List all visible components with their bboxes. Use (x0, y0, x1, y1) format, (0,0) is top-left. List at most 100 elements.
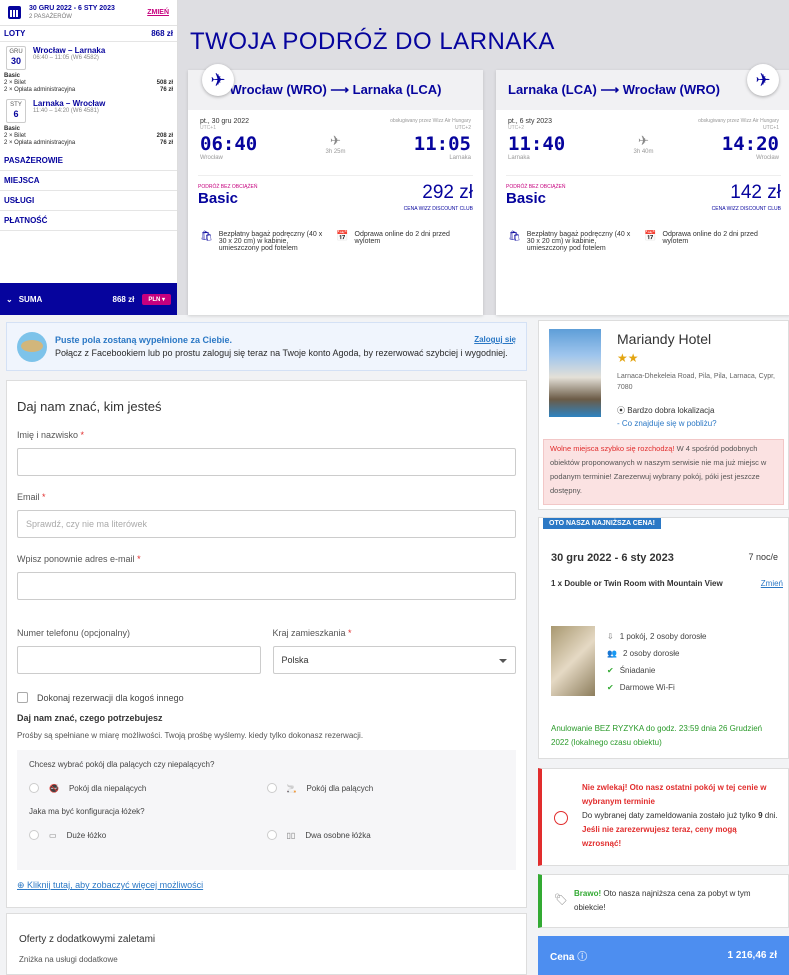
name-input[interactable] (17, 448, 516, 476)
outbound-route: Wrocław – Larnaka (33, 46, 106, 55)
flight-duration: 3h 40m (633, 149, 654, 155)
more-options-link[interactable]: ⊕ Kliknij tutaj, aby zobaczyć więcej moż… (17, 880, 516, 891)
return-date-badge: STY 6 (6, 99, 26, 123)
smoking-question: Chcesz wybrać pokój dla palących czy nie… (29, 760, 215, 769)
page-title: TWOJA PODRÓŻ DO LARNAKA (190, 28, 555, 55)
room-amenities: ⇩ 1 pokój, 2 osoby dorosłe 👥 2 osoby doros… (607, 632, 707, 692)
return-card-title: Larnaka (LCA) ⟶ Wrocław (WRO) (496, 70, 789, 110)
check-icon: ✔ (607, 683, 614, 692)
outbound-flight-summary: GRU 30 Wrocław – Larnaka 06:40 – 11:05 (W6… (0, 42, 177, 72)
return-route: Larnaka – Wrocław (33, 99, 106, 108)
last-room-alert: Nie zwlekaj! Oto nasz ostatni pokój w te… (538, 768, 789, 866)
stay-dates: 30 gru 2022 - 6 sty 2023 (551, 552, 674, 564)
hotel-name: Mariandy Hotel (617, 331, 712, 347)
trip-dates: 30 GRU 2022 - 6 STY 2023 (29, 4, 115, 12)
email-confirm-input[interactable] (17, 572, 516, 600)
return-flight-summary: STY 6 Larnaka – Wrocław 11:40 – 14:20 (W6 … (0, 95, 177, 125)
fare-price: 292 zł (422, 182, 473, 203)
twin-beds-option[interactable]: ▯▯ Dwa osobne łóżka (266, 830, 505, 840)
departure-time: 06:40 (200, 133, 258, 155)
cancellation-policy: Anulowanie BEZ RYZYKA do godz. 23:59 dni… (551, 724, 763, 747)
return-flight-card: ✈ Larnaka (LCA) ⟶ Wrocław (WRO) pt., 6 s… (496, 64, 789, 315)
checkin-feature: Odprawa online do 2 dni przed wylotem (662, 231, 758, 245)
operator-note: obsługiwany przez Wizz Air Hungary (390, 118, 471, 124)
room-icon: ⇩ (607, 632, 614, 641)
currency-select[interactable]: PLN ▾ (142, 293, 171, 305)
total-price-bar[interactable]: Cena ⓘ 1 216,46 zł (538, 936, 789, 975)
calendar-icon (8, 6, 21, 19)
book-for-other-checkbox[interactable]: Dokonaj rezerwacji dla kogoś innego (17, 692, 516, 703)
login-link[interactable]: Zaloguj się (474, 335, 516, 344)
bag-icon: 🛍 (200, 231, 213, 242)
fare-box[interactable]: PODRÓŻ BEZ OBCIĄŻEŃ Basic 292 zł CENA WI… (198, 175, 473, 215)
location-pin-icon: ⦿ (617, 406, 625, 415)
flights-label: LOTY (4, 29, 26, 38)
hotel-photo[interactable] (549, 329, 601, 417)
name-label: Imię i nazwisko * (17, 430, 85, 440)
country-label: Kraj zamieszkania * (272, 628, 352, 638)
payment-section[interactable]: PŁATNOŚĆ (0, 211, 177, 231)
availability-warning: Wolne miejsca szybko się rozchodzą! W 4 … (543, 439, 784, 505)
booking-summary-sidebar: 30 GRU 2022 - 6 STY 2023 2 PASAŻERÓW ZMIE… (0, 0, 178, 315)
bag-feature: Bezpłatny bagaż podręczny (40 x 30 x 20 … (218, 231, 323, 252)
change-room-link[interactable]: Zmień (761, 578, 783, 590)
nights-count: 7 noc/e (748, 552, 778, 562)
bed-question: Jaka ma być konfiguracja łóżek? (29, 807, 145, 816)
star-rating: ★★ (617, 351, 639, 365)
smoking-icon: 🚬 (286, 783, 297, 793)
operator-note: obsługiwany przez Wizz Air Hungary (698, 118, 779, 124)
total-label: SUMA (18, 294, 43, 304)
special-requests-box: Chcesz wybrać pokój dla palących czy nie… (17, 750, 516, 870)
phone-input[interactable] (17, 646, 261, 674)
return-info: 11:40 – 14:20 (W6 4581) (33, 108, 99, 114)
requests-title: Daj nam znać, czego potrzebujesz (17, 713, 163, 723)
hotel-address: Larnaca-Dhekeleia Road, Pila, Pila, Larn… (617, 373, 775, 391)
checkin-feature: Odprawa online do 2 dni przed wylotem (354, 231, 450, 245)
total-price: 1 216,46 zł (727, 950, 777, 961)
departure-time: 11:40 (508, 133, 566, 155)
services-section[interactable]: USŁUGI (0, 191, 177, 211)
best-price-note: 🏷 Brawo! Oto nasza najniższa cena za pob… (538, 874, 789, 928)
nearby-link[interactable]: - Co znajduje się w pobliżu? (617, 419, 717, 428)
outbound-date-badge: GRU 30 (6, 46, 26, 70)
change-dates-link[interactable]: ZMIEŃ (147, 9, 169, 16)
total-bar[interactable]: ⌄ SUMA 868 zł PLN ▾ (0, 283, 177, 315)
bed-icon: ▭ (49, 830, 57, 840)
trip-dates-header: 30 GRU 2022 - 6 STY 2023 2 PASAŻERÓW ZMIE… (0, 0, 177, 26)
passenger-count: 2 PASAŻERÓW (29, 13, 72, 20)
large-bed-option[interactable]: ▭ Duże łóżko (29, 830, 267, 840)
bag-icon: 🛍 (508, 231, 521, 242)
twin-bed-icon: ▯▯ (286, 830, 296, 840)
clock-icon (554, 811, 568, 825)
outbound-info: 06:40 – 11:05 (W6 4582) (33, 55, 99, 61)
smoking-option[interactable]: 🚬 Pokój dla palących (266, 783, 505, 793)
passengers-section[interactable]: PASAŻEROWIE (0, 151, 177, 171)
calendar-icon: 📅 (644, 231, 657, 242)
seats-section[interactable]: MIEJSCA (0, 171, 177, 191)
return-price-lines: Basic 2 × Bilet 208 zł 2 × Opłata adminis… (4, 126, 173, 146)
check-icon: ✔ (607, 666, 614, 675)
guest-details-form: Daj nam znać, kim jesteś Imię i nazwisko… (6, 380, 527, 908)
email-label: Email * (17, 492, 46, 502)
email-input[interactable]: Sprawdź, czy nie ma literówek (17, 510, 516, 538)
trip-overview: TWOJA PODRÓŻ DO LARNAKA ✈ Wrocław (WRO) … (178, 0, 789, 315)
banner-title: Puste pola zostaną wypełnione za Ciebie. (55, 335, 233, 345)
lowest-price-tag: OTO NASZA NAJNIŻSZA CENA! (543, 518, 661, 529)
flights-section[interactable]: LOTY 868 zł (0, 26, 177, 42)
offers-subtitle: Zniżka na usługi dodatkowe (19, 955, 118, 964)
non-smoking-option[interactable]: 🚭 Pokój dla niepalących (29, 783, 267, 793)
info-icon[interactable]: ⓘ (577, 952, 587, 963)
return-date: pt., 6 sty 2023 (508, 118, 552, 125)
country-select[interactable]: Polska (272, 646, 516, 674)
fare-box[interactable]: PODRÓŻ BEZ OBCIĄŻEŃ Basic 142 zł CENA WI… (506, 175, 781, 215)
extra-offers-panel: Oferty z dodatkowymi zaletami Zniżka na … (6, 913, 527, 975)
outbound-date: pt., 30 gru 2022 (200, 118, 250, 125)
hotel-card: Mariandy Hotel ★★ Larnaca-Dhekeleia Road… (538, 320, 789, 510)
plane-icon: ✈ (202, 64, 234, 96)
chevron-down-icon: ⌄ (6, 294, 13, 304)
globe-icon (17, 331, 47, 362)
total-amount: 868 zł (112, 294, 135, 304)
room-photo[interactable] (551, 626, 595, 696)
plane-icon: ✈ (330, 133, 341, 148)
plane-icon: ✈ (638, 133, 649, 148)
